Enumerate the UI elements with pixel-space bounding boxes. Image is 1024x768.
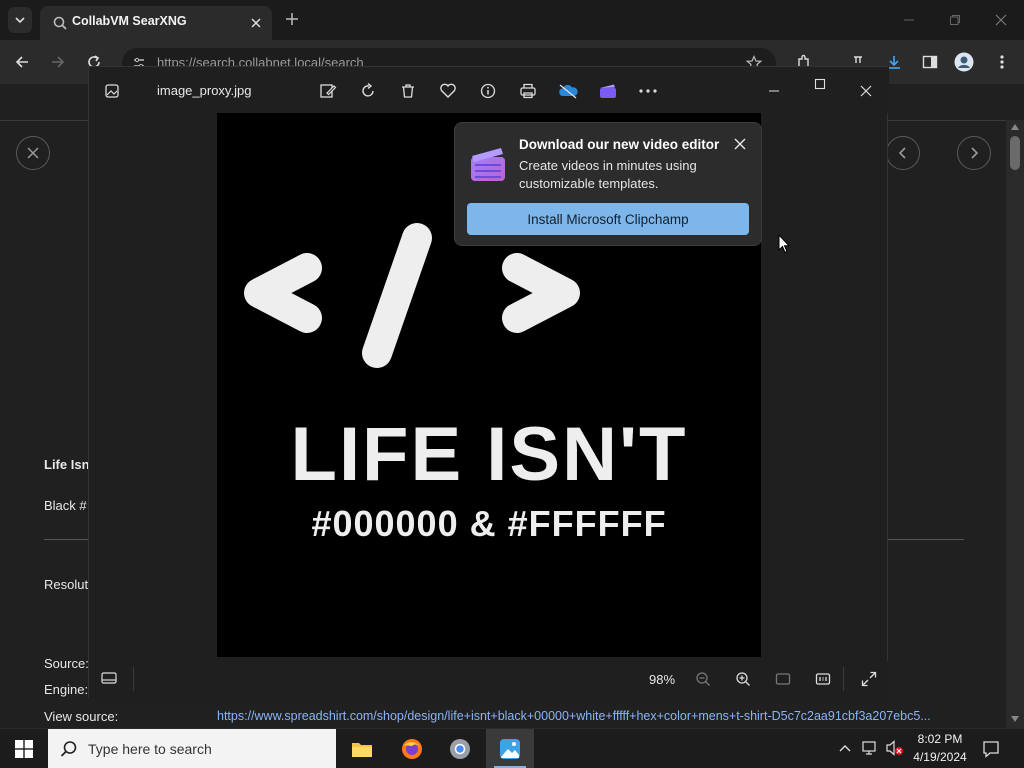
viewer-maximize-icon[interactable] bbox=[809, 73, 831, 95]
show-hidden-icons-chevron-icon[interactable] bbox=[838, 741, 852, 755]
chevron-left-icon bbox=[898, 147, 906, 159]
clock-date[interactable]: 4/19/2024 bbox=[910, 750, 970, 764]
full-screen-icon[interactable] bbox=[861, 671, 877, 687]
more-options-icon[interactable] bbox=[637, 80, 659, 102]
searxng-favicon-icon bbox=[52, 15, 68, 31]
image-text-line1: LIFE ISN'T bbox=[290, 412, 688, 497]
file-explorer-icon[interactable] bbox=[338, 729, 386, 768]
actual-size-icon[interactable] bbox=[815, 671, 831, 687]
forward-arrow-icon[interactable] bbox=[48, 52, 68, 72]
firefox-icon[interactable] bbox=[388, 729, 436, 768]
browser-tab-active[interactable]: CollabVM SearXNG bbox=[40, 6, 272, 40]
zoom-out-icon[interactable] bbox=[695, 671, 711, 687]
next-image-button[interactable] bbox=[957, 136, 991, 170]
result-description: Black # bbox=[44, 498, 87, 513]
result-divider-left bbox=[44, 539, 88, 540]
fit-to-window-icon[interactable] bbox=[775, 671, 791, 687]
result-divider-right bbox=[888, 539, 964, 540]
notifications-icon[interactable] bbox=[982, 740, 1000, 758]
browser-close-icon[interactable] bbox=[978, 0, 1024, 40]
taskbar-search-placeholder: Type here to search bbox=[88, 741, 212, 757]
viewer-footer: 98% bbox=[89, 661, 889, 699]
engine-label: Engine: bbox=[44, 682, 89, 697]
popup-body: Create videos in minutes using customiza… bbox=[519, 158, 697, 191]
clipchamp-logo-icon bbox=[469, 145, 507, 183]
footer-divider bbox=[133, 667, 134, 691]
gallery-icon[interactable] bbox=[101, 80, 123, 102]
taskbar-search-box[interactable]: Type here to search bbox=[48, 729, 336, 768]
back-arrow-icon[interactable] bbox=[12, 52, 32, 72]
scrollbar-thumb[interactable] bbox=[1010, 136, 1020, 170]
windows-start-icon[interactable] bbox=[0, 729, 48, 768]
close-icon bbox=[27, 147, 39, 159]
browser-minimize-icon[interactable] bbox=[886, 0, 932, 40]
rotate-icon[interactable] bbox=[357, 80, 379, 102]
tab-actions-menu-button[interactable] bbox=[8, 7, 32, 33]
clock-time[interactable]: 8:02 PM bbox=[914, 732, 966, 746]
footer-divider-right bbox=[843, 667, 844, 691]
network-icon[interactable] bbox=[862, 740, 880, 756]
mouse-cursor-icon bbox=[778, 234, 790, 254]
volume-muted-icon[interactable] bbox=[886, 740, 904, 756]
chevron-right-icon bbox=[971, 147, 979, 159]
profile-avatar-icon[interactable] bbox=[954, 52, 974, 72]
tab-close-icon[interactable] bbox=[248, 15, 264, 31]
search-icon bbox=[60, 740, 78, 758]
viewer-titlebar: image_proxy.jpg bbox=[89, 67, 889, 113]
viewer-close-icon[interactable] bbox=[855, 80, 877, 102]
browser-restore-icon[interactable] bbox=[932, 0, 978, 40]
print-icon[interactable] bbox=[517, 80, 539, 102]
delete-trash-icon[interactable] bbox=[397, 80, 419, 102]
viewer-minimize-icon[interactable] bbox=[763, 80, 785, 102]
close-preview-button[interactable] bbox=[16, 136, 50, 170]
edit-image-icon[interactable] bbox=[317, 80, 339, 102]
resolution-label: Resolut bbox=[44, 577, 89, 592]
windows-taskbar: Type here to search 8:02 PM 4/19/2024 bbox=[0, 728, 1024, 768]
zoom-in-icon[interactable] bbox=[735, 671, 751, 687]
previous-image-button[interactable] bbox=[886, 136, 920, 170]
new-tab-plus-icon[interactable] bbox=[284, 11, 300, 27]
popup-title: Download our new video editor bbox=[519, 137, 720, 152]
viewer-filename: image_proxy.jpg bbox=[157, 83, 252, 98]
photos-app-icon[interactable] bbox=[486, 729, 534, 768]
info-icon[interactable] bbox=[477, 80, 499, 102]
browser-tab-strip: CollabVM SearXNG bbox=[0, 0, 1024, 40]
scroll-up-arrow-icon[interactable] bbox=[1011, 124, 1019, 130]
filmstrip-icon[interactable] bbox=[101, 671, 117, 685]
popup-close-icon[interactable] bbox=[731, 135, 749, 153]
chevron-down-icon bbox=[15, 17, 25, 24]
favorite-heart-icon[interactable] bbox=[437, 80, 459, 102]
view-source-label: View source: bbox=[44, 709, 119, 724]
image-text-line2: #000000 & #FFFFFF bbox=[311, 503, 667, 544]
more-menu-icon[interactable] bbox=[992, 52, 1012, 72]
sidebar-toggle-icon[interactable] bbox=[920, 52, 940, 72]
onedrive-cloud-icon[interactable] bbox=[557, 80, 579, 102]
source-label: Source: bbox=[44, 656, 89, 671]
clipchamp-promo-popup: Download our new video editor Create vid… bbox=[454, 122, 762, 246]
scroll-down-arrow-icon[interactable] bbox=[1011, 716, 1019, 722]
chrome-icon[interactable] bbox=[436, 729, 484, 768]
zoom-level: 98% bbox=[649, 672, 676, 687]
page-scrollbar[interactable] bbox=[1006, 120, 1024, 728]
result-title[interactable]: Life Isn bbox=[44, 457, 90, 472]
install-clipchamp-button[interactable]: Install Microsoft Clipchamp bbox=[467, 203, 749, 235]
tab-title: CollabVM SearXNG bbox=[72, 14, 187, 28]
view-source-link[interactable]: https://www.spreadshirt.com/shop/design/… bbox=[217, 709, 961, 723]
clipchamp-icon[interactable] bbox=[597, 80, 619, 102]
